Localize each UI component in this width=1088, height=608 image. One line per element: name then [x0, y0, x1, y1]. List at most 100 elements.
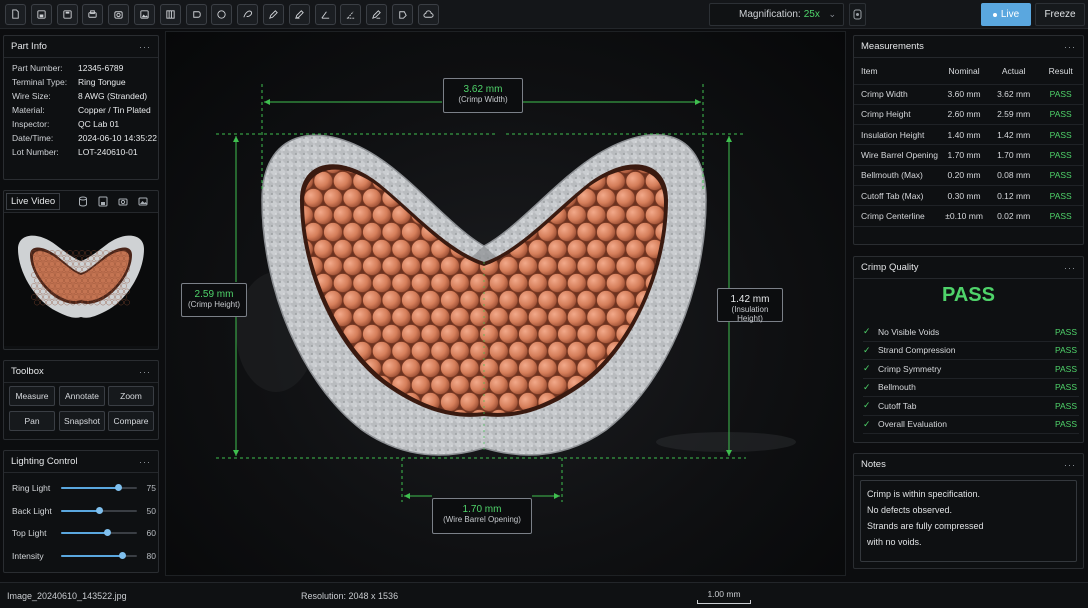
save-icon: [37, 10, 46, 19]
pencil-tool-button[interactable]: [263, 4, 284, 25]
lighting-slider[interactable]: [61, 506, 137, 514]
check-result: PASS: [1054, 400, 1077, 411]
column-header: Item: [854, 58, 940, 85]
cell-result: PASS: [1038, 165, 1083, 186]
image-tool-button[interactable]: [134, 4, 155, 25]
table-row[interactable]: Cutoff Tab (Max) 0.30 mm 0.12 mm PASS: [854, 185, 1083, 207]
part-info-row: Wire Size: 8 AWG (Stranded): [4, 89, 158, 103]
crimp-quality-header: Crimp Quality ···: [854, 257, 1083, 279]
grid-tool-button[interactable]: [159, 4, 181, 25]
database-icon[interactable]: [78, 196, 88, 207]
cell-nominal: 2.60 mm: [939, 104, 989, 126]
quality-check-row: ✓ Crimp Symmetry PASS: [863, 360, 1079, 379]
slider-handle[interactable]: [115, 484, 122, 491]
table-row[interactable]: Crimp Centerline ±0.10 mm 0.02 mm PASS: [854, 205, 1083, 227]
cell-actual: 0.02 mm: [988, 205, 1039, 227]
live-dot-icon: [992, 12, 997, 17]
crimp-height-callout[interactable]: 2.59 mm (Crimp Height): [181, 283, 247, 317]
lighting-value: 50: [146, 505, 156, 516]
slider-handle[interactable]: [103, 529, 111, 536]
more-icon[interactable]: ···: [139, 367, 151, 377]
more-icon[interactable]: ···: [1064, 263, 1076, 273]
save-as-icon: [62, 10, 72, 19]
polygon-tool-button[interactable]: [392, 4, 413, 25]
cell-nominal: ±0.10 mm: [939, 205, 989, 227]
check-icon: ✓: [863, 326, 871, 337]
measure-angle-tool-button[interactable]: [340, 4, 362, 25]
check-result: PASS: [1054, 382, 1077, 393]
lighting-slider[interactable]: [61, 551, 137, 559]
live-video-icons: [78, 196, 148, 207]
zoom-button[interactable]: Zoom: [108, 386, 154, 406]
cell-result: PASS: [1038, 185, 1083, 207]
live-label: Live: [1000, 9, 1020, 20]
slider-fill: [61, 509, 99, 512]
annotate-button[interactable]: Annotate: [59, 386, 105, 406]
top-toolbar: Magnification: 25x ⌄ Live Freeze: [0, 0, 1088, 29]
circle-tool-button[interactable]: [211, 4, 233, 25]
cell-item: Cutoff Tab (Max): [854, 185, 940, 207]
scale-bar-line: [697, 600, 751, 604]
cell-actual: 1.70 mm: [988, 144, 1039, 166]
table-row[interactable]: Bellmouth (Max) 0.20 mm 0.08 mm PASS: [854, 165, 1083, 186]
scale-bar-label: 1.00 mm: [707, 589, 741, 599]
more-icon[interactable]: ···: [139, 42, 151, 52]
image-icon[interactable]: [138, 196, 148, 207]
save-icon[interactable]: [98, 196, 108, 207]
part-info-panel: Part Info ··· Part Number: 12345-6789 Ter…: [3, 35, 159, 180]
magnification-select[interactable]: Magnification: 25x ⌄: [709, 3, 844, 26]
quality-check-row: ✓ Bellmouth PASS: [863, 379, 1079, 397]
insulation-height-callout[interactable]: 1.42 mm (Insulation Height): [717, 288, 783, 323]
lighting-slider[interactable]: [61, 484, 137, 491]
more-icon[interactable]: ···: [1064, 42, 1076, 52]
file-tool-button[interactable]: [5, 4, 26, 25]
slider-handle[interactable]: [118, 551, 126, 559]
cell-nominal: 0.20 mm: [939, 165, 989, 186]
table-row[interactable]: Crimp Height 2.60 mm 2.59 mm PASS: [854, 104, 1083, 126]
crimp-width-callout[interactable]: 3.62 mm (Crimp Width): [443, 78, 523, 113]
ruler-tool-button[interactable]: [288, 4, 310, 25]
table-row[interactable]: Wire Barrel Opening 1.70 mm 1.70 mm PASS: [854, 144, 1083, 166]
compare-button[interactable]: Compare: [108, 411, 154, 431]
row-value: 2024-06-10 14:35:22: [78, 133, 157, 143]
quality-check-row: ✓ No Visible Voids PASS: [863, 323, 1079, 342]
row-value: Ring Tongue: [78, 77, 126, 87]
ellipse-tool-button[interactable]: [185, 4, 207, 25]
table-row[interactable]: Crimp Width 3.60 mm 3.62 mm PASS: [854, 84, 1083, 105]
notes-textarea[interactable]: Crimp is within specification. No defect…: [860, 480, 1077, 562]
part-info-row: Terminal Type: Ring Tongue: [4, 75, 158, 89]
part-info-title: Part Info: [11, 41, 47, 52]
more-icon[interactable]: ···: [139, 457, 151, 467]
live-button[interactable]: Live: [981, 3, 1031, 26]
lasso-tool-button[interactable]: [237, 4, 259, 25]
angle-tool-button[interactable]: [314, 4, 336, 25]
toolbox-panel: Toolbox ··· Measure Annotate Zoom Pan Sn…: [3, 360, 159, 440]
camera-icon[interactable]: [118, 196, 128, 207]
cloud-tool-button[interactable]: [417, 4, 439, 25]
live-video-thumbnail: [4, 213, 158, 346]
freeze-label: Freeze: [1044, 9, 1076, 20]
freeze-button[interactable]: Freeze: [1035, 3, 1085, 26]
camera-tool-button[interactable]: [108, 4, 130, 25]
save-as-tool-button[interactable]: [56, 4, 78, 25]
barrel-opening-callout[interactable]: 1.70 mm (Wire Barrel Opening): [432, 498, 532, 534]
note-line: No defects observed.: [867, 505, 953, 515]
microscope-viewer[interactable]: 3.62 mm (Crimp Width) 2.59 mm (Crimp Hei…: [165, 31, 846, 576]
lighting-slider[interactable]: [61, 529, 137, 536]
slider-handle[interactable]: [96, 506, 103, 514]
toolbox-title: Toolbox: [11, 366, 44, 377]
annotate-tool-button[interactable]: [366, 4, 388, 25]
lighting-row: Back Light 50: [12, 505, 156, 517]
print-tool-button[interactable]: [82, 4, 104, 25]
pan-button[interactable]: Pan: [9, 411, 55, 431]
snapshot-button[interactable]: Snapshot: [59, 411, 105, 431]
column-header: Result: [1038, 58, 1083, 85]
row-value: 8 AWG (Stranded): [78, 91, 148, 101]
measure-button[interactable]: Measure: [9, 386, 55, 406]
table-row[interactable]: Insulation Height 1.40 mm 1.42 mm PASS: [854, 124, 1083, 146]
live-video-panel: Live Video: [3, 190, 159, 350]
save-tool-button[interactable]: [30, 4, 52, 25]
camera-settings-button[interactable]: [849, 3, 866, 26]
check-icon: ✓: [863, 363, 871, 374]
more-icon[interactable]: ···: [1064, 460, 1076, 470]
